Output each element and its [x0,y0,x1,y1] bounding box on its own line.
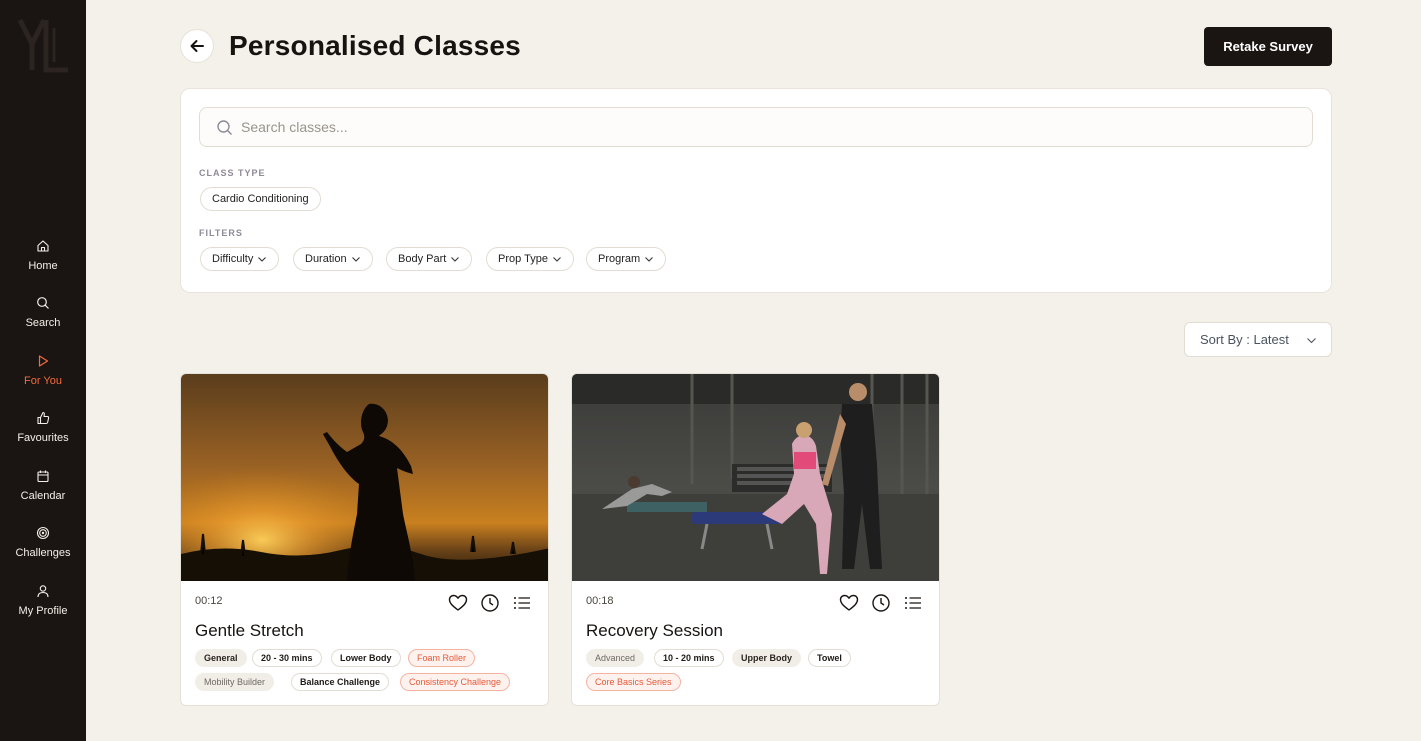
filter-panel: CLASS TYPE Cardio Conditioning FILTERS D… [180,88,1332,293]
dropdown-label: Program [598,253,641,265]
dropdown-label: Body Part [398,253,447,265]
difficulty-dropdown[interactable]: Difficulty [200,247,280,271]
sidebar-item-challenges[interactable]: Challenges [0,526,86,576]
sidebar-item-label: My Profile [18,605,68,617]
class-thumbnail[interactable] [572,374,940,581]
sidebar-item-label: For You [24,375,62,387]
schedule-button[interactable] [871,593,891,613]
search-icon [217,119,232,135]
chevron-down-icon [1307,338,1316,344]
chevron-down-icon [451,257,460,262]
list-icon [514,597,530,609]
sidebar: Home Search For You Favourites Calendar … [0,0,86,741]
class-type-label: CLASS TYPE [199,168,266,178]
sidebar-item-my-profile[interactable]: My Profile [0,584,86,634]
thumbs-up-icon [37,411,50,425]
clock-icon [481,594,499,612]
program-tag: Core Basics Series [586,673,681,691]
card-actions [448,593,532,613]
arrow-left-icon [190,40,204,52]
search-box [199,107,1313,147]
sidebar-item-label: Search [25,317,61,329]
heart-icon [448,594,468,611]
dropdown-label: Duration [305,253,347,265]
class-duration: 00:12 [195,595,223,607]
duration-dropdown[interactable]: Duration [293,247,373,271]
class-card[interactable]: 00:12 Gentle Stretch General 20 - 30 min… [180,373,549,706]
sidebar-item-calendar[interactable]: Calendar [0,469,86,519]
home-icon [37,240,49,252]
clock-icon [872,594,890,612]
prop-type-dropdown[interactable]: Prop Type [486,247,574,271]
class-thumbnail[interactable] [181,374,549,581]
sidebar-item-search[interactable]: Search [0,296,86,346]
dropdown-label: Difficulty [212,253,254,265]
prop-tag: Towel [808,649,851,667]
retake-survey-button[interactable]: Retake Survey [1204,27,1332,66]
sidebar-item-label: Home [28,260,58,272]
brand-logo[interactable] [16,14,72,76]
sort-dropdown[interactable]: Sort By : Latest [1184,322,1332,357]
challenge-tag: Balance Challenge [291,673,390,691]
class-title[interactable]: Gentle Stretch [195,621,304,641]
duration-tag: 20 - 30 mins [252,649,322,667]
body-part-tag: Upper Body [732,649,802,667]
heart-icon [839,594,859,611]
add-to-list-button[interactable] [903,593,923,613]
chip-label: Cardio Conditioning [212,193,309,205]
sort-label: Sort By : Latest [1200,332,1289,347]
add-to-list-button[interactable] [512,593,532,613]
filters-label: FILTERS [199,228,243,238]
user-icon [37,585,49,598]
sidebar-item-label: Favourites [17,432,69,444]
favourite-button[interactable] [839,593,859,613]
calendar-icon [37,470,49,483]
class-title[interactable]: Recovery Session [586,621,723,641]
difficulty-tag: General [195,649,247,667]
play-icon [38,355,49,367]
class-duration: 00:18 [586,595,614,607]
chevron-down-icon [645,257,654,262]
card-actions [839,593,923,613]
dropdown-label: Prop Type [498,253,548,265]
sidebar-item-home[interactable]: Home [0,239,86,289]
sidebar-item-label: Calendar [20,490,66,502]
list-icon [905,597,921,609]
search-input[interactable] [241,119,1241,135]
class-type-chip[interactable]: Cardio Conditioning [200,187,321,211]
schedule-button[interactable] [480,593,500,613]
chevron-down-icon [553,257,561,262]
chevron-down-icon [258,257,267,262]
page-title: Personalised Classes [229,30,521,61]
program-dropdown[interactable]: Program [586,247,667,271]
search-icon [37,297,49,309]
prop-tag: Foam Roller [408,649,476,667]
difficulty-tag: Advanced [586,649,645,667]
favourite-button[interactable] [448,593,468,613]
sidebar-item-favourites[interactable]: Favourites [0,411,86,461]
challenge-tag: Consistency Challenge [400,673,511,691]
body-part-tag: Lower Body [331,649,401,667]
class-card[interactable]: 00:18 Recovery Session Advanced 10 - 20 … [571,373,940,706]
duration-tag: 10 - 20 mins [654,649,724,667]
sidebar-item-for-you[interactable]: For You [0,354,86,404]
body-part-dropdown[interactable]: Body Part [386,247,473,271]
program-tag: Mobility Builder [195,673,275,691]
sidebar-item-label: Challenges [15,547,71,559]
chevron-down-icon [351,257,360,262]
back-button[interactable] [180,29,214,63]
target-icon [36,526,50,540]
